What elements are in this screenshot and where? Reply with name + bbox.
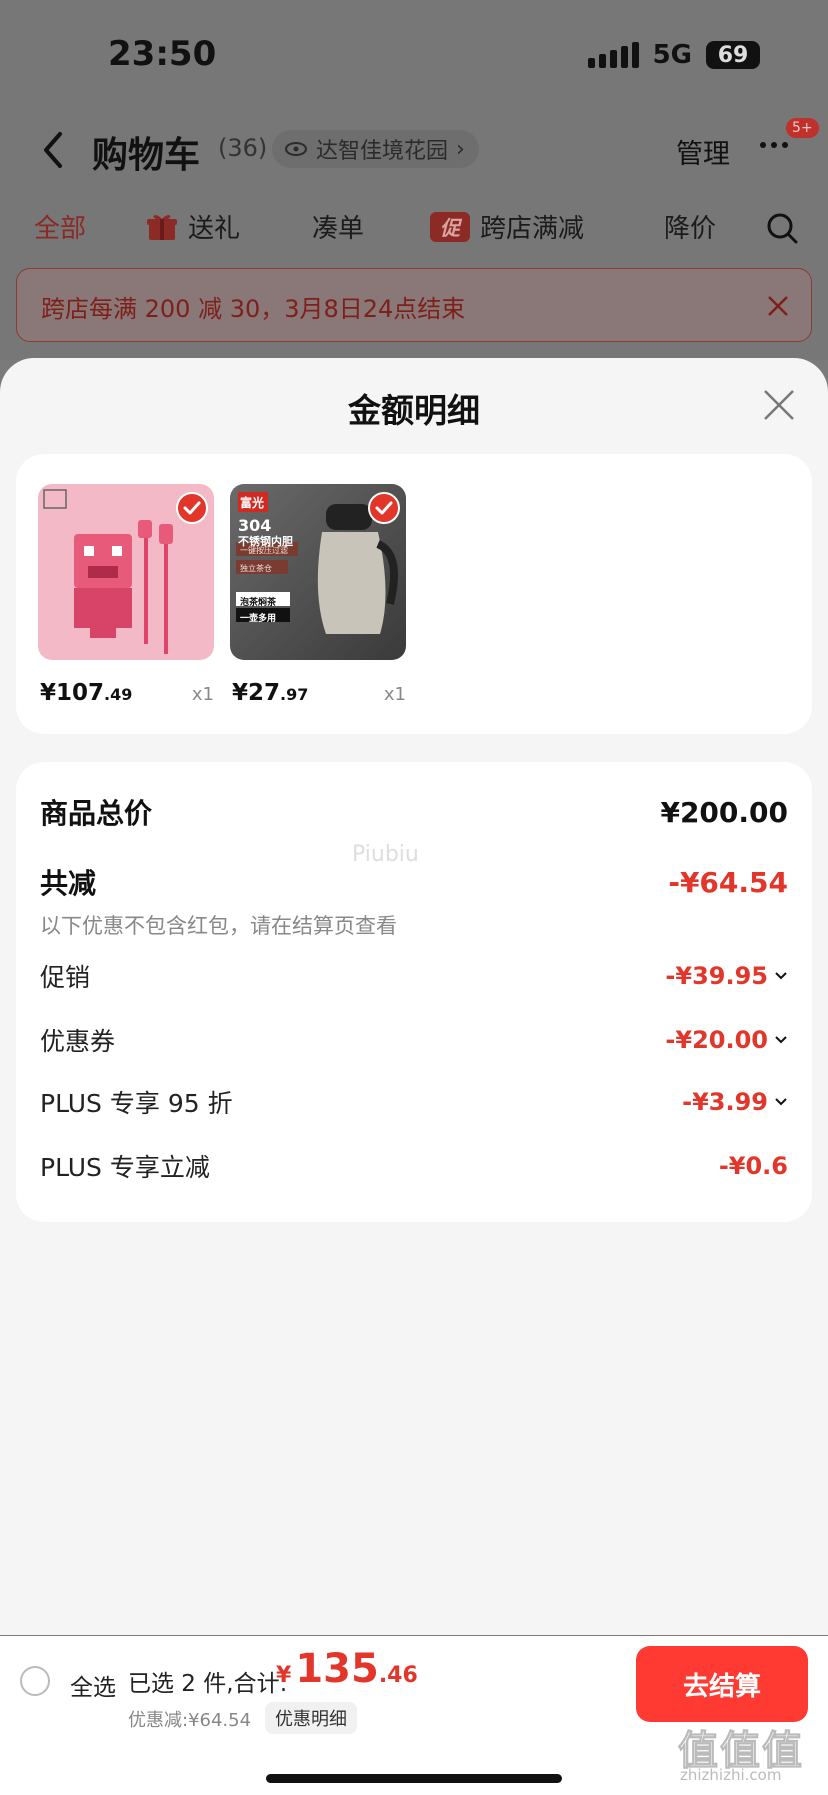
tab-label: 送礼 xyxy=(188,214,241,244)
row-value: -¥39.95 xyxy=(665,962,788,990)
status-time: 23:50 xyxy=(108,34,217,74)
row-label: PLUS 专享立减 xyxy=(40,1153,210,1182)
feature-text: 泡茶焖茶 xyxy=(240,598,277,608)
brand-tag: 富光 xyxy=(240,496,265,510)
home-indicator[interactable] xyxy=(266,1774,562,1783)
price-summary: Piubiu 商品总价 ¥200.00 共减 -¥64.54 以下优惠不包含红包… xyxy=(16,762,812,1222)
nav-bar: 购物车 (36) 达智佳境花园 › 管理 5+ xyxy=(0,118,828,182)
promo-badge-icon: 促 xyxy=(430,211,470,242)
tab-gift[interactable]: 送礼 xyxy=(146,208,240,245)
promo-banner: 跨店每满 200 减 30，3月8日24点结束 xyxy=(16,268,812,342)
gift-icon xyxy=(147,214,177,240)
back-icon[interactable] xyxy=(34,126,74,174)
signal-icon xyxy=(587,42,639,68)
product-item[interactable]: ¥107.49 x1 xyxy=(38,484,214,706)
battery-icon: 69 xyxy=(706,41,760,69)
discount-label: 共减 xyxy=(40,867,97,900)
checkout-bar: 全选 已选 2 件,合计: ¥ 135 .46 优惠减:¥64.54 优惠明细 … xyxy=(0,1636,828,1795)
product-price: ¥27.97 xyxy=(232,680,309,706)
total-row: 商品总价 ¥200.00 xyxy=(40,792,788,832)
discount-detail-button[interactable]: 优惠明细 xyxy=(265,1702,357,1734)
check-icon[interactable] xyxy=(176,492,208,524)
discount-summary: 优惠减:¥64.54 xyxy=(128,1710,252,1731)
discount-value: -¥64.54 xyxy=(668,865,788,899)
plus-discount-row[interactable]: PLUS 专享 95 折 -¥3.99 xyxy=(40,1084,788,1120)
plus-instant-row: PLUS 专享立减 -¥0.6 xyxy=(40,1148,788,1184)
eye-icon xyxy=(285,142,307,156)
chevron-down-icon xyxy=(775,972,787,980)
total-value: ¥200.00 xyxy=(660,795,788,829)
search-icon[interactable] xyxy=(764,210,800,246)
cart-count: (36) xyxy=(218,134,268,162)
discount-row: 共减 -¥64.54 xyxy=(40,862,788,902)
row-label: PLUS 专享 95 折 xyxy=(40,1089,233,1118)
manage-button[interactable]: 管理 xyxy=(676,132,730,171)
product-quantity: x1 xyxy=(191,684,214,705)
feature-text: 独立茶仓 xyxy=(240,564,272,573)
address-label: 达智佳境花园 xyxy=(316,139,449,164)
row-value: -¥0.6 xyxy=(718,1152,788,1180)
feature-text: 一键按压过滤 xyxy=(240,546,288,555)
chevron-right-icon: › xyxy=(456,136,465,162)
product-image: 富光 304 不锈钢内胆 一键按压过滤 独立茶仓 泡茶焖茶 一壶多用 xyxy=(230,484,406,660)
total-label: 商品总价 xyxy=(40,797,153,830)
coupon-row[interactable]: 优惠券 -¥20.00 xyxy=(40,1022,788,1058)
select-all-radio[interactable] xyxy=(20,1666,50,1696)
site-watermark-url: zhizhizhi.com xyxy=(680,1766,782,1784)
tab-cross-store-discount[interactable]: 促 跨店满减 xyxy=(430,208,584,245)
address-selector[interactable]: 达智佳境花园 › xyxy=(272,130,479,168)
check-icon[interactable] xyxy=(368,492,400,524)
tab-price-drop[interactable]: 降价 xyxy=(664,208,716,245)
checkout-button[interactable]: 去结算 xyxy=(636,1646,808,1722)
amount-detail-sheet: 金额明细 ¥107.49 x1 富光 304 不锈钢内胆 一键按压过滤 独立茶仓… xyxy=(0,358,828,1635)
tab-label: 全部 xyxy=(34,214,87,244)
message-badge: 5+ xyxy=(786,118,819,138)
sheet-title: 金额明细 xyxy=(348,391,480,430)
row-value: -¥3.99 xyxy=(682,1088,788,1116)
discount-note: 以下优惠不包含红包，请在结算页查看 xyxy=(40,914,397,938)
cart-tabs: 全部 送礼 凑单 促 跨店满减 降价 xyxy=(0,208,828,250)
close-icon[interactable] xyxy=(765,293,791,319)
tab-label: 跨店满减 xyxy=(480,214,585,244)
chevron-down-icon xyxy=(775,1036,787,1044)
row-label: 促销 xyxy=(40,963,91,992)
feature-text: 一壶多用 xyxy=(240,614,277,624)
select-all-label[interactable]: 全选 xyxy=(70,1668,116,1702)
promo-text: 跨店每满 200 减 30，3月8日24点结束 xyxy=(41,295,466,323)
tab-label: 凑单 xyxy=(312,214,365,244)
total-price: ¥ 135 .46 xyxy=(276,1646,418,1692)
row-value: -¥20.00 xyxy=(665,1026,788,1054)
tab-all[interactable]: 全部 xyxy=(34,208,86,245)
product-price: ¥107.49 xyxy=(40,680,133,706)
product-list: ¥107.49 x1 富光 304 不锈钢内胆 一键按压过滤 独立茶仓 泡茶焖茶… xyxy=(16,454,812,734)
selected-count: 已选 2 件,合计: xyxy=(128,1671,288,1697)
tab-add-on[interactable]: 凑单 xyxy=(312,208,364,245)
page-title: 购物车 xyxy=(92,135,201,176)
product-image xyxy=(38,484,214,660)
product-item[interactable]: 富光 304 不锈钢内胆 一键按压过滤 独立茶仓 泡茶焖茶 一壶多用 ¥27.9… xyxy=(230,484,406,706)
row-label: 优惠券 xyxy=(40,1027,116,1056)
promo-row[interactable]: 促销 -¥39.95 xyxy=(40,958,788,994)
chevron-down-icon xyxy=(775,1098,787,1106)
tab-label: 降价 xyxy=(664,214,717,244)
status-indicators: 5G 69 xyxy=(587,40,760,70)
close-icon[interactable] xyxy=(762,388,796,422)
more-icon[interactable] xyxy=(760,142,788,148)
product-quantity: x1 xyxy=(383,684,406,705)
network-label: 5G xyxy=(652,40,692,70)
